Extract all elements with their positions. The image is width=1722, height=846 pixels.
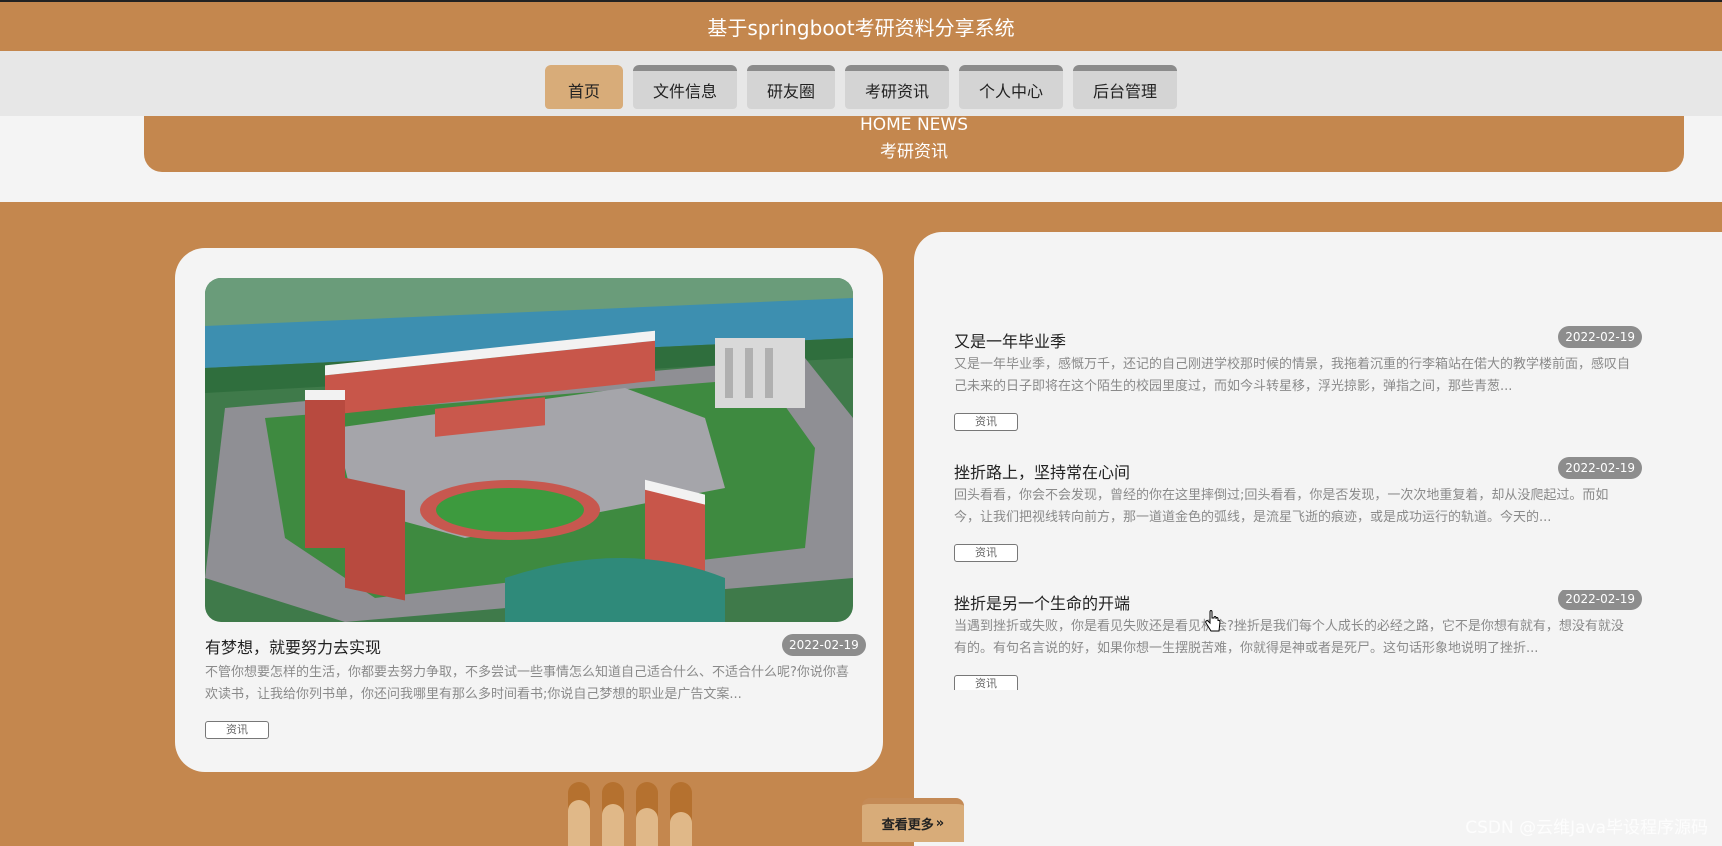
double-chevron-right-icon: » <box>935 815 945 831</box>
section-banner: HOME NEWS 考研资讯 <box>144 116 1684 172</box>
news-date: 2022-02-19 <box>1558 457 1642 479</box>
decorative-bar-light <box>602 804 624 846</box>
news-date: 2022-02-19 <box>1558 326 1642 348</box>
decorative-bar-light <box>568 800 590 846</box>
news-title[interactable]: 挫折路上，坚持常在心间 <box>954 459 1130 483</box>
site-header: 基于springboot考研资料分享系统 <box>0 0 1722 51</box>
campus-illustration <box>205 278 853 622</box>
view-more-label: 查看更多 <box>881 817 934 833</box>
nav-label: 考研资讯 <box>864 81 929 101</box>
news-date: 2022-02-19 <box>1558 590 1642 610</box>
featured-news-tag[interactable]: 资讯 <box>205 721 269 739</box>
banner-title-en: HOME NEWS <box>859 115 969 135</box>
news-summary: 又是一年毕业季，感慨万千，还记的自己刚进学校那时候的情景，我拖着沉重的行李箱站在… <box>954 357 1631 394</box>
nav-label: 文件信息 <box>652 81 717 101</box>
featured-news-date: 2022-02-19 <box>782 634 866 656</box>
news-tag[interactable]: 资讯 <box>954 413 1018 431</box>
nav-label: 后台管理 <box>1093 81 1158 101</box>
news-item[interactable]: 挫折是另一个生命的开端 2022-02-19 当遇到挫折或失败，你是看见失败还是… <box>954 590 1642 690</box>
news-item[interactable]: 挫折路上，坚持常在心间 2022-02-19 回头看看，你会不会发现，曾经的你在… <box>954 457 1642 579</box>
news-tag[interactable]: 资讯 <box>954 544 1018 562</box>
nav-item-profile[interactable]: 个人中心 <box>959 64 1064 109</box>
news-summary: 当遇到挫折或失败，你是看见失败还是看见机会?挫折是我们每个人成长的必经之路，它不… <box>954 619 1624 656</box>
featured-news-summary: 不管你想要怎样的生活，你都要去努力争取，不多尝试一些事情怎么知道自己适合什么、不… <box>205 665 849 702</box>
decorative-bar-light <box>636 808 658 846</box>
news-tag[interactable]: 资讯 <box>954 675 1018 690</box>
view-more-button[interactable]: 查看更多 » <box>862 798 964 842</box>
nav-item-home[interactable]: 首页 <box>544 64 623 109</box>
nav-item-friends[interactable]: 研友圈 <box>746 64 835 109</box>
news-summary: 回头看看，你会不会发现，曾经的你在这里摔倒过;回头看看，你是否发现，一次次地重复… <box>954 488 1609 525</box>
featured-news-title[interactable]: 有梦想，就要努力去实现 <box>205 634 381 658</box>
news-item[interactable]: 又是一年毕业季 2022-02-19 又是一年毕业季，感慨万千，还记的自己刚进学… <box>954 326 1642 448</box>
nav-item-news[interactable]: 考研资讯 <box>844 64 949 109</box>
news-title[interactable]: 又是一年毕业季 <box>954 328 1066 352</box>
nav-label: 个人中心 <box>979 81 1044 101</box>
nav-item-admin[interactable]: 后台管理 <box>1073 64 1178 109</box>
nav-label: 研友圈 <box>766 81 815 101</box>
nav-label: 首页 <box>567 81 600 101</box>
banner-title-cn: 考研资讯 <box>880 142 948 162</box>
site-title: 基于springboot考研资料分享系统 <box>707 16 1015 40</box>
decorative-bar-light <box>670 812 692 846</box>
campus-image[interactable] <box>205 278 853 622</box>
main-nav: 首页 文件信息 研友圈 考研资讯 个人中心 后台管理 <box>0 51 1722 116</box>
news-title[interactable]: 挫折是另一个生命的开端 <box>954 590 1130 614</box>
nav-item-files[interactable]: 文件信息 <box>632 64 737 109</box>
hand-cursor-icon <box>1204 610 1222 638</box>
featured-news-card[interactable]: 有梦想，就要努力去实现 2022-02-19 不管你想要怎样的生活，你都要去努力… <box>175 248 883 772</box>
watermark: CSDN @云维Java毕设程序源码 <box>1465 818 1708 838</box>
